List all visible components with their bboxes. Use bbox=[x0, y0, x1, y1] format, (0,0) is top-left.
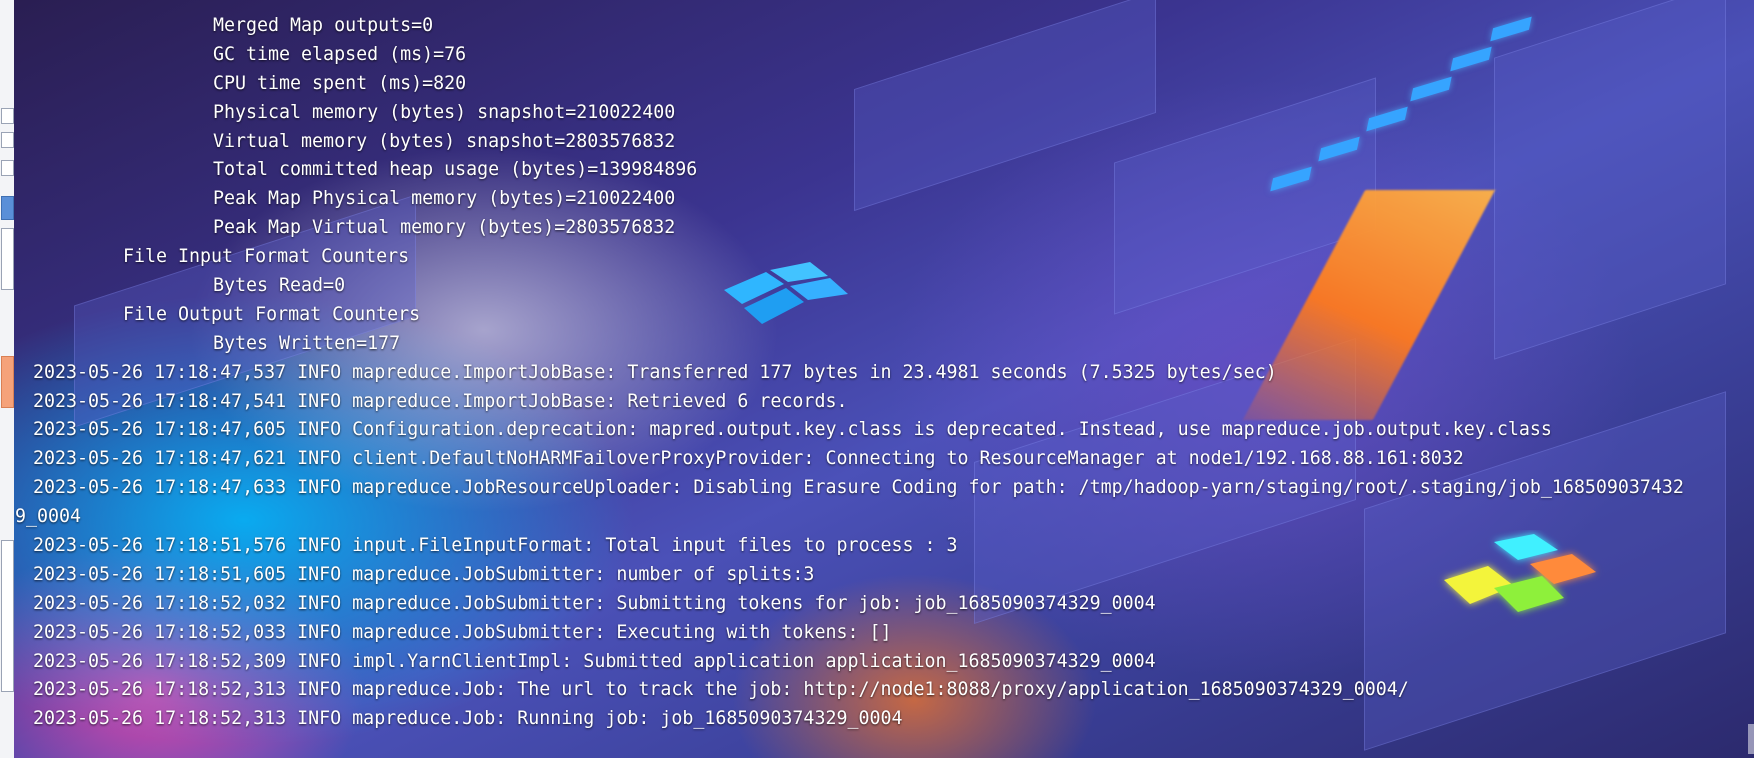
log-line: Virtual memory (bytes) snapshot=28035768… bbox=[213, 130, 676, 152]
log-line: 2023-05-26 17:18:52,313 INFO mapreduce.J… bbox=[33, 679, 1409, 701]
log-line: 2023-05-26 17:18:52,032 INFO mapreduce.J… bbox=[33, 592, 1156, 614]
log-line: Bytes Read=0 bbox=[213, 275, 346, 297]
log-line: 2023-05-26 17:18:52,313 INFO mapreduce.J… bbox=[33, 708, 903, 730]
log-line: GC time elapsed (ms)=76 bbox=[213, 43, 467, 65]
terminal-window[interactable]: Merged Map outputs=0 GC time elapsed (ms)… bbox=[14, 0, 1754, 758]
log-line: 2023-05-26 17:18:47,605 INFO Configurati… bbox=[33, 419, 1552, 441]
log-line: 2023-05-26 17:18:47,633 INFO mapreduce.J… bbox=[33, 477, 1684, 499]
log-line: 2023-05-26 17:18:52,309 INFO impl.YarnCl… bbox=[33, 650, 1156, 672]
log-line: Merged Map outputs=0 bbox=[213, 15, 434, 36]
log-line: 2023-05-26 17:18:51,605 INFO mapreduce.J… bbox=[33, 563, 815, 585]
log-line: File Input Format Counters bbox=[123, 246, 410, 268]
log-line: Peak Map Physical memory (bytes)=2100224… bbox=[213, 188, 676, 210]
log-line: 2023-05-26 17:18:47,621 INFO client.Defa… bbox=[33, 448, 1464, 470]
panel-marker bbox=[1, 160, 14, 176]
log-line: 2023-05-26 17:18:47,537 INFO mapreduce.I… bbox=[33, 361, 1277, 383]
log-line-wrapped: 9_0004 bbox=[15, 506, 82, 528]
log-line: 2023-05-26 17:18:51,576 INFO input.FileI… bbox=[33, 535, 958, 557]
log-line: Bytes Written=177 bbox=[213, 332, 401, 354]
panel-marker-highlight bbox=[1, 356, 14, 408]
log-line: 2023-05-26 17:18:52,033 INFO mapreduce.J… bbox=[33, 621, 892, 643]
panel-marker bbox=[1, 108, 14, 124]
left-side-panel bbox=[0, 0, 15, 758]
log-line: Total committed heap usage (bytes)=13998… bbox=[213, 159, 698, 181]
panel-marker-selected bbox=[1, 196, 14, 220]
log-line: 2023-05-26 17:18:47,541 INFO mapreduce.I… bbox=[33, 390, 848, 412]
log-line: Peak Map Virtual memory (bytes)=28035768… bbox=[213, 217, 676, 239]
terminal-output[interactable]: Merged Map outputs=0 GC time elapsed (ms)… bbox=[15, 12, 1684, 734]
panel-marker bbox=[1, 228, 14, 290]
panel-marker bbox=[1, 540, 14, 692]
log-line: CPU time spent (ms)=820 bbox=[213, 72, 467, 94]
log-line: Physical memory (bytes) snapshot=2100224… bbox=[213, 101, 676, 123]
panel-marker bbox=[1, 132, 14, 148]
scrollbar-thumb[interactable] bbox=[1748, 724, 1754, 754]
log-line: File Output Format Counters bbox=[123, 303, 421, 325]
